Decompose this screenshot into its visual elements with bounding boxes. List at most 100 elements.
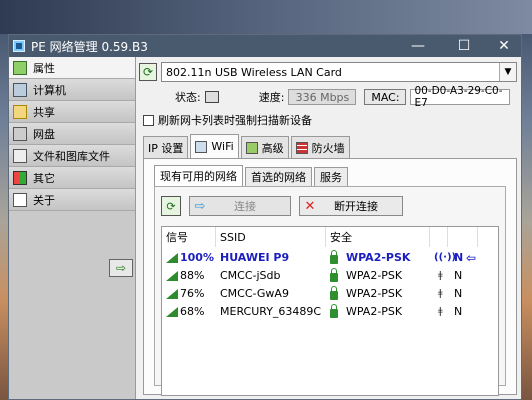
window-controls: — ☐ ✕ [395, 35, 521, 57]
security-value: WPA2-PSK [346, 251, 411, 264]
minimize-button[interactable]: — [395, 35, 441, 57]
wifi-panel: 现有可用的网络 首选的网络 服务 ⟳ ⇨ 连接 ✕ 断开连接 信号 SSID 安… [143, 158, 517, 396]
lock-icon [330, 267, 338, 282]
collapse-arrow-icon[interactable]: ⇨ [109, 259, 133, 277]
sidebar-item-label: 关于 [33, 193, 55, 207]
sidebar-item-label: 其它 [33, 171, 55, 185]
available-networks-panel: ⟳ ⇨ 连接 ✕ 断开连接 信号 SSID 安全 100% HUAWEI P9 … [154, 186, 506, 396]
antenna-icon: ((·)) [434, 252, 457, 263]
other-icon [13, 170, 27, 185]
security-value: WPA2-PSK [346, 269, 403, 282]
lock-icon [330, 285, 338, 300]
sidebar-item-label: 计算机 [33, 83, 66, 97]
ssid-value: HUAWEI P9 [220, 251, 290, 264]
subtab-services[interactable]: 服务 [314, 167, 348, 186]
share-icon [13, 104, 27, 119]
tab-wifi[interactable]: WiFi [190, 134, 239, 158]
mac-button[interactable]: MAC: [364, 89, 407, 105]
tab-label: 高级 [261, 141, 284, 155]
network-drive-icon [13, 126, 27, 141]
antenna-icon: ǂ [438, 270, 443, 281]
tab-ip-settings[interactable]: IP 设置 [143, 136, 189, 158]
status-row: 状态: 速度: 336 Mbps MAC: 00-D0-A3-29-C0-E7 [175, 85, 511, 109]
antenna-icon: ǂ [438, 306, 443, 317]
ssid-value: CMCC-GwA9 [220, 287, 289, 300]
network-row[interactable]: 76% CMCC-GwA9 WPA2-PSK ǂ N [162, 285, 498, 302]
adapter-select[interactable]: 802.11n USB Wireless LAN Card ▼ [161, 62, 517, 82]
column-header-ssid[interactable]: SSID [216, 227, 326, 247]
signal-value: 88% [180, 269, 205, 282]
network-actions: ⟳ ⇨ 连接 ✕ 断开连接 [161, 196, 411, 216]
mode-value: N [454, 287, 463, 300]
computer-icon [13, 82, 27, 97]
tab-label: WiFi [211, 140, 234, 153]
network-list[interactable]: 信号 SSID 安全 100% HUAWEI P9 WPA2-PSK ((·))… [161, 226, 499, 396]
properties-icon [13, 60, 27, 75]
column-header-security[interactable]: 安全 [326, 227, 430, 247]
security-value: WPA2-PSK [346, 287, 403, 300]
refresh-adapters-button[interactable]: ⟳ [139, 63, 157, 81]
signal-icon [166, 252, 178, 263]
force-scan-option[interactable]: 刷新网卡列表时强制扫描新设备 [143, 112, 312, 128]
sidebar-item-about[interactable]: 关于 [9, 189, 135, 211]
sidebar-item-network-drive[interactable]: 网盘 [9, 123, 135, 145]
signal-icon [166, 288, 178, 299]
network-row[interactable]: 100% HUAWEI P9 WPA2-PSK ((·)) N ⇦ [162, 249, 498, 266]
disconnect-button[interactable]: ✕ 断开连接 [299, 196, 403, 216]
adapter-row: ⟳ 802.11n USB Wireless LAN Card ▼ [139, 62, 517, 82]
subtab-bar: 现有可用的网络 首选的网络 服务 [154, 165, 350, 186]
sidebar-item-label: 属性 [33, 61, 55, 75]
column-header-type[interactable] [430, 227, 448, 247]
sidebar-item-label: 共享 [33, 105, 55, 119]
maximize-button[interactable]: ☐ [441, 35, 487, 57]
sidebar-item-files[interactable]: 文件和图库文件 [9, 145, 135, 167]
sidebar-item-other[interactable]: 其它 [9, 167, 135, 189]
advanced-icon [245, 141, 258, 154]
ssid-value: MERCURY_63489C [220, 305, 322, 318]
signal-value: 100% [180, 251, 214, 264]
chevron-down-icon: ▼ [499, 63, 516, 81]
signal-icon [166, 270, 178, 281]
close-button[interactable]: ✕ [487, 35, 521, 57]
subtab-preferred-networks[interactable]: 首选的网络 [245, 167, 312, 186]
mode-value: N [454, 269, 463, 282]
tab-firewall[interactable]: 防火墙 [290, 136, 350, 158]
network-row[interactable]: 68% MERCURY_63489C WPA2-PSK ǂ N [162, 303, 498, 320]
sidebar-item-label: 文件和图库文件 [33, 149, 110, 163]
column-header-signal[interactable]: 信号 [162, 227, 216, 247]
subtab-available-networks[interactable]: 现有可用的网络 [154, 165, 243, 186]
mac-value[interactable]: 00-D0-A3-29-C0-E7 [410, 85, 511, 109]
close-icon: ✕ [304, 198, 316, 214]
main-panel: ⟳ 802.11n USB Wireless LAN Card ▼ 状态: 速度… [139, 57, 521, 399]
connect-button[interactable]: ⇨ 连接 [189, 196, 291, 216]
sidebar-item-properties[interactable]: 属性 [9, 57, 135, 79]
sidebar: 属性 计算机 共享 网盘 文件和图库文件 其它 关于 ⇨ [9, 57, 136, 399]
connect-label: 连接 [234, 200, 256, 213]
app-window: PE 网络管理 0.59.B3 — ☐ ✕ 属性 计算机 共享 网盘 文件和图库… [8, 34, 522, 400]
state-label: 状态: [175, 91, 201, 104]
sidebar-item-computer[interactable]: 计算机 [9, 79, 135, 101]
title-bar[interactable]: PE 网络管理 0.59.B3 — ☐ ✕ [9, 35, 521, 57]
disconnect-label: 断开连接 [334, 200, 378, 213]
mode-value: N [454, 251, 464, 264]
window-title: PE 网络管理 0.59.B3 [31, 39, 148, 54]
tab-bar: IP 设置 WiFi 高级 防火墙 [143, 134, 352, 158]
connected-arrow-icon: ⇦ [466, 250, 477, 265]
arrow-right-icon: ⇨ [194, 198, 206, 214]
wifi-icon [195, 140, 208, 153]
antenna-icon: ǂ [438, 288, 443, 299]
refresh-networks-button[interactable]: ⟳ [161, 196, 181, 216]
sidebar-item-share[interactable]: 共享 [9, 101, 135, 123]
app-icon [13, 40, 25, 52]
column-header-mode[interactable] [448, 227, 478, 247]
signal-icon [166, 306, 178, 317]
speed-label: 速度: [258, 91, 285, 104]
tab-advanced[interactable]: 高级 [240, 136, 289, 158]
desktop-wallpaper [0, 0, 532, 34]
force-scan-checkbox[interactable] [143, 114, 154, 126]
network-row[interactable]: 88% CMCC-jSdb WPA2-PSK ǂ N [162, 267, 498, 284]
mode-value: N [454, 305, 463, 318]
speed-value: 336 Mbps [288, 89, 357, 105]
lock-icon [330, 303, 338, 318]
about-icon [13, 192, 27, 207]
